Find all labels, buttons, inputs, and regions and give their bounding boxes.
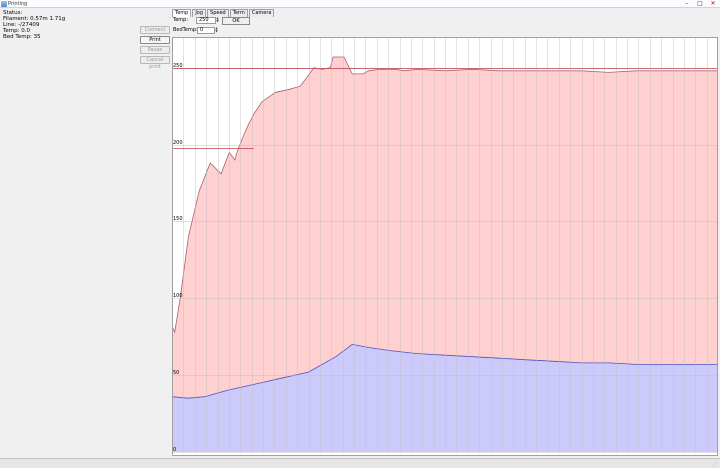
y-tick-label: 150	[173, 216, 183, 222]
temp-label: Temp:	[173, 17, 189, 23]
set-temp-button[interactable]: OK	[222, 17, 250, 25]
close-button[interactable]: ✕	[708, 0, 718, 7]
status-panel: Status: Filament: 0.57m 1.71g Line: -/27…	[0, 9, 170, 459]
bed-temp-label: BedTemp:	[173, 27, 198, 33]
tab-jog[interactable]: Jog	[192, 9, 207, 17]
y-tick-label: 100	[173, 293, 183, 299]
tab-camera[interactable]: Camera	[248, 9, 275, 17]
window-controls: – □ ✕	[682, 0, 718, 8]
y-tick-label: 0	[173, 447, 176, 453]
tab-temp[interactable]: Temp	[172, 9, 192, 17]
tab-term[interactable]: Term	[229, 9, 248, 17]
print-button[interactable]: Print	[140, 36, 170, 44]
resize-grip-icon[interactable]: ⋰	[713, 461, 718, 467]
y-tick-label: 50	[173, 370, 179, 376]
minimize-button[interactable]: –	[682, 0, 692, 7]
temperature-chart-svg: 0 50 100 150 200 250	[171, 37, 719, 456]
bed-temp-status: Bed Temp: 35	[3, 34, 41, 40]
temp-spinner[interactable]: ▲ ▼	[215, 17, 220, 24]
status-bar: ⋰	[0, 458, 720, 468]
temperature-graph: 0 50 100 150 200 250	[171, 37, 719, 456]
tab-bar: Temp Jog Speed Term Camera	[172, 9, 275, 17]
title-bar: Printing – □ ✕	[0, 0, 720, 8]
cancel-print-button[interactable]: Cancel print	[140, 56, 170, 70]
temp-input[interactable]: 250	[196, 17, 216, 24]
app-icon	[1, 1, 7, 7]
y-tick-label: 200	[173, 140, 183, 146]
maximize-button[interactable]: □	[695, 0, 705, 7]
bed-temp-input[interactable]: 0	[197, 27, 215, 34]
y-tick-label: 250	[173, 63, 183, 69]
pause-button[interactable]: Pause	[140, 46, 170, 54]
bed-temp-spinner[interactable]: ▲ ▼	[214, 27, 219, 34]
window-title: Printing	[8, 1, 28, 7]
connect-button[interactable]: Connect	[140, 26, 170, 34]
